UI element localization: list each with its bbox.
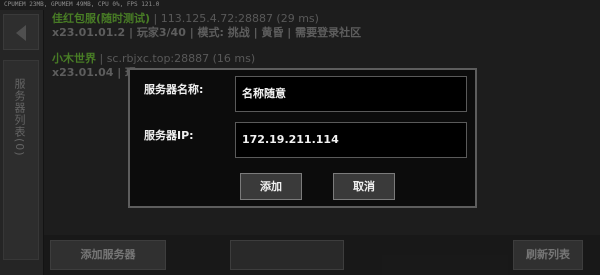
server-name-label: 服务器名称: <box>144 83 204 96</box>
add-button[interactable]: 添加 <box>240 173 302 200</box>
server-name-field[interactable]: 名称随意 <box>235 76 467 112</box>
add-server-dialog: 服务器名称: 名称随意 服务器IP: 172.19.211.114 添加 取消 <box>128 68 477 208</box>
server-ip-field[interactable]: 172.19.211.114 <box>235 122 467 158</box>
cancel-button[interactable]: 取消 <box>333 173 395 200</box>
server-ip-label: 服务器IP: <box>144 129 194 142</box>
